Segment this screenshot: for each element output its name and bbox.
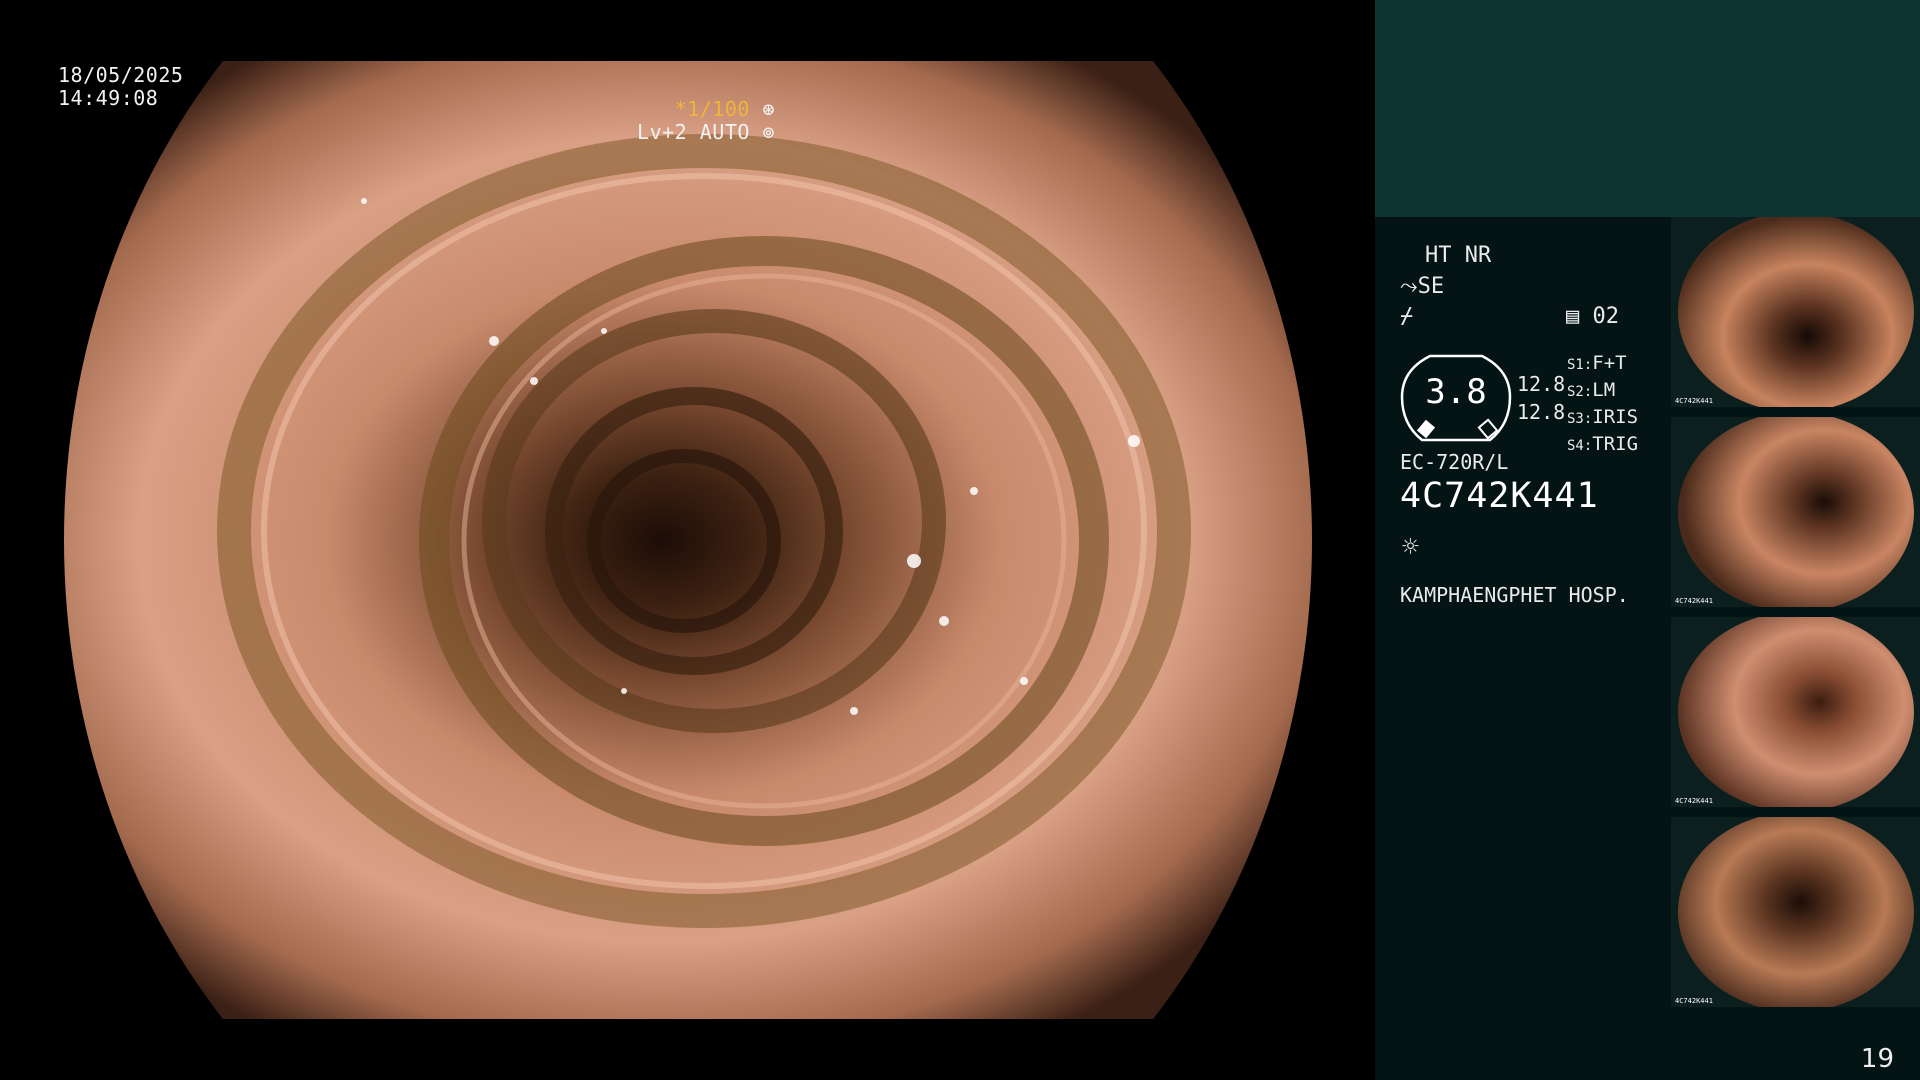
aperture-icon: ⊛ [762,97,775,121]
gauge-value: 3.8 [1425,372,1487,412]
mode-label: HT NR [1425,243,1492,268]
switch-item: S4:TRIG [1567,433,1639,455]
panel-header [1375,0,1920,217]
brightness-level: Lv+2 AUTO [637,120,750,144]
memory-icon: ▤ [1566,304,1580,329]
page-number: 19 [1860,1044,1894,1074]
enhance-mode: SE [1417,274,1445,299]
brightness-icon: ☼ [1402,530,1419,563]
flash-icon: ⌿ [1400,304,1414,329]
memory-number: 02 [1592,304,1620,329]
memory-row: ▤ 02 [1566,304,1619,329]
shutter-speed: *1/100 [674,97,750,121]
scope-model: EC-720R/L [1400,450,1509,474]
hospital-name: KAMPHAENGPHET HOSP. [1400,583,1629,607]
thumbnail-label: 4C742K441 [1675,397,1713,405]
switch-item: S2:LM [1567,379,1616,401]
thumbnail-label: 4C742K441 [1675,597,1713,605]
thumbnail-label: 4C742K441 [1675,797,1713,805]
value-b: 12.8 [1517,400,1566,424]
thumbnail-1[interactable]: 4C742K441 [1671,217,1920,407]
thumbnail-4[interactable]: 4C742K441 [1671,817,1920,1007]
thumbnail-3[interactable]: 4C742K441 [1671,617,1920,807]
switch-item: S3:IRIS [1567,406,1639,428]
endoscope-viewport: 18/05/2025 14:49:08 *1/100 ⊛ Lv+2 AUTO ⊚ [0,0,1375,1080]
date: 18/05/2025 [58,63,184,87]
shutter-icon: ⊚ [762,120,775,144]
enhance-icon: ⤳ [1400,274,1418,299]
switch-list: S1:F+T S2:LM S3:IRIS S4:TRIG [1567,351,1638,459]
enhance-row: ⤳SE [1400,274,1444,299]
thumbnail-2[interactable]: 4C742K441 [1671,417,1920,607]
value-a: 12.8 [1517,372,1566,396]
time: 14:49:08 [58,86,159,110]
endoscopy-image [64,61,1312,1019]
thumbnail-label: 4C742K441 [1675,997,1713,1005]
scope-serial: 4C742K441 [1400,476,1599,516]
exposure-readout: *1/100 ⊛ Lv+2 AUTO ⊚ [637,98,775,144]
switch-item: S1:F+T [1567,352,1627,374]
date-time: 18/05/2025 14:49:08 [58,64,183,110]
